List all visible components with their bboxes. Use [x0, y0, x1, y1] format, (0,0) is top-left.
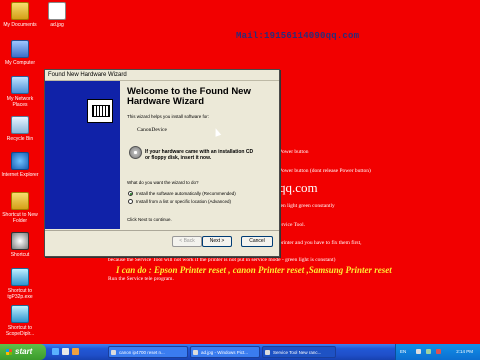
wizard-side-panel — [45, 81, 120, 229]
contact-mail-text: Mail:19156114090qq.com — [236, 31, 360, 41]
option-list-label[interactable]: Install from a list or specific location… — [136, 199, 231, 204]
windows-logo-icon — [6, 348, 12, 355]
folder-icon — [11, 2, 29, 20]
instruction-line: Run the Service tele program. — [108, 276, 174, 282]
desktop-icon-internet-explorer[interactable]: Internet Explorer — [0, 152, 40, 178]
system-tray: EN 2:14 PM — [395, 344, 480, 360]
click-next-text: Click Next to continue. — [127, 217, 172, 222]
taskbar-item-service-tool[interactable]: Service Tool New ranc... — [262, 346, 336, 358]
service-tool-icon — [265, 350, 270, 355]
computer-icon — [11, 40, 29, 58]
device-name: CanonDevice — [137, 127, 167, 133]
language-indicator[interactable]: EN — [400, 344, 406, 360]
folder-shortcut-icon — [11, 192, 29, 210]
quick-launch-desktop-icon[interactable] — [62, 348, 69, 355]
next-button[interactable]: Next > — [202, 236, 232, 247]
volume-icon[interactable] — [416, 349, 421, 354]
recycle-bin-icon — [11, 116, 29, 134]
wizard-divider — [45, 230, 279, 231]
desktop-icon-recycle-bin[interactable]: Recycle Bin — [0, 116, 40, 142]
taskbar: start canon ip4700 reset n... ad.jpg - W… — [0, 344, 480, 360]
cd-instruction: If your hardware came with an installati… — [145, 149, 254, 161]
clock[interactable]: 2:14 PM — [456, 344, 473, 360]
option-auto-label[interactable]: Install the software automatically (Reco… — [136, 191, 236, 196]
instruction-line: ervice Tool. — [279, 222, 306, 228]
qq-text: qq.com — [279, 180, 318, 195]
network-icon — [11, 76, 29, 94]
desktop-icon-new-folder-shortcut[interactable]: Shortcut to New Folder — [0, 192, 40, 224]
instruction-line: printer and you have to fix them first, — [279, 240, 362, 246]
instruction-line: Power button (dont release Power button) — [279, 168, 371, 174]
wizard-title-bar[interactable]: Found New Hardware Wizard — [45, 70, 279, 81]
radio-install-automatically[interactable] — [128, 191, 133, 196]
quick-launch-ie-icon[interactable] — [52, 348, 59, 355]
desktop-icon-tgp32p-shortcut[interactable]: Shortcut to tgP32p.exe — [0, 268, 40, 300]
exe-shortcut-icon — [11, 268, 29, 286]
security-tray-icon[interactable] — [436, 349, 441, 354]
mouse-cursor-icon — [212, 127, 222, 137]
wizard-heading: Welcome to the Found New Hardware Wizard — [127, 86, 251, 107]
desktop-icon-my-computer[interactable]: My Computer — [0, 40, 40, 66]
hardware-icon — [87, 99, 113, 123]
start-button[interactable]: start — [0, 344, 46, 360]
desktop-icon-my-network[interactable]: My Network Places — [0, 76, 40, 108]
found-new-hardware-wizard-window: Found New Hardware Wizard Welcome to the… — [44, 69, 280, 257]
instruction-line: ten light green constantly — [279, 203, 335, 209]
quick-launch-media-icon[interactable] — [72, 348, 79, 355]
instruction-line: Power button — [279, 149, 309, 155]
internet-explorer-icon — [11, 152, 29, 170]
wizard-helps-text: This wizard helps you install software f… — [127, 114, 210, 119]
taskbar-item-ad-jpg[interactable]: ad.jpg - Windows Pict... — [190, 346, 260, 358]
desktop-icon-my-documents[interactable]: My Documents — [0, 2, 40, 28]
desktop-icon-shortcut[interactable]: Shortcut — [0, 232, 40, 258]
desktop-icon-ad-jpg[interactable]: ad.jpg — [37, 2, 77, 28]
picture-viewer-icon — [193, 350, 198, 355]
taskbar-item-canon-reset[interactable]: canon ip4700 reset n... — [108, 346, 188, 358]
instruction-line: because the Service Tool will not work i… — [108, 257, 336, 263]
wizard-question: What do you want the wizard to do? — [127, 180, 199, 185]
cd-disc-icon — [129, 146, 142, 159]
services-offered-text: I can do : Epson Printer reset , canon P… — [116, 265, 392, 275]
network-tray-icon[interactable] — [426, 349, 431, 354]
desktop-icon-scopediplr-shortcut[interactable]: Shortcut to ScopeDiplr... — [0, 305, 40, 337]
back-button[interactable]: < Back — [172, 236, 202, 247]
radio-install-from-list[interactable] — [128, 199, 133, 204]
tool-shortcut-icon — [11, 232, 29, 250]
document-icon — [111, 350, 116, 355]
exe-shortcut-icon — [11, 305, 29, 323]
image-file-icon — [48, 2, 66, 20]
cancel-button[interactable]: Cancel — [241, 236, 273, 247]
